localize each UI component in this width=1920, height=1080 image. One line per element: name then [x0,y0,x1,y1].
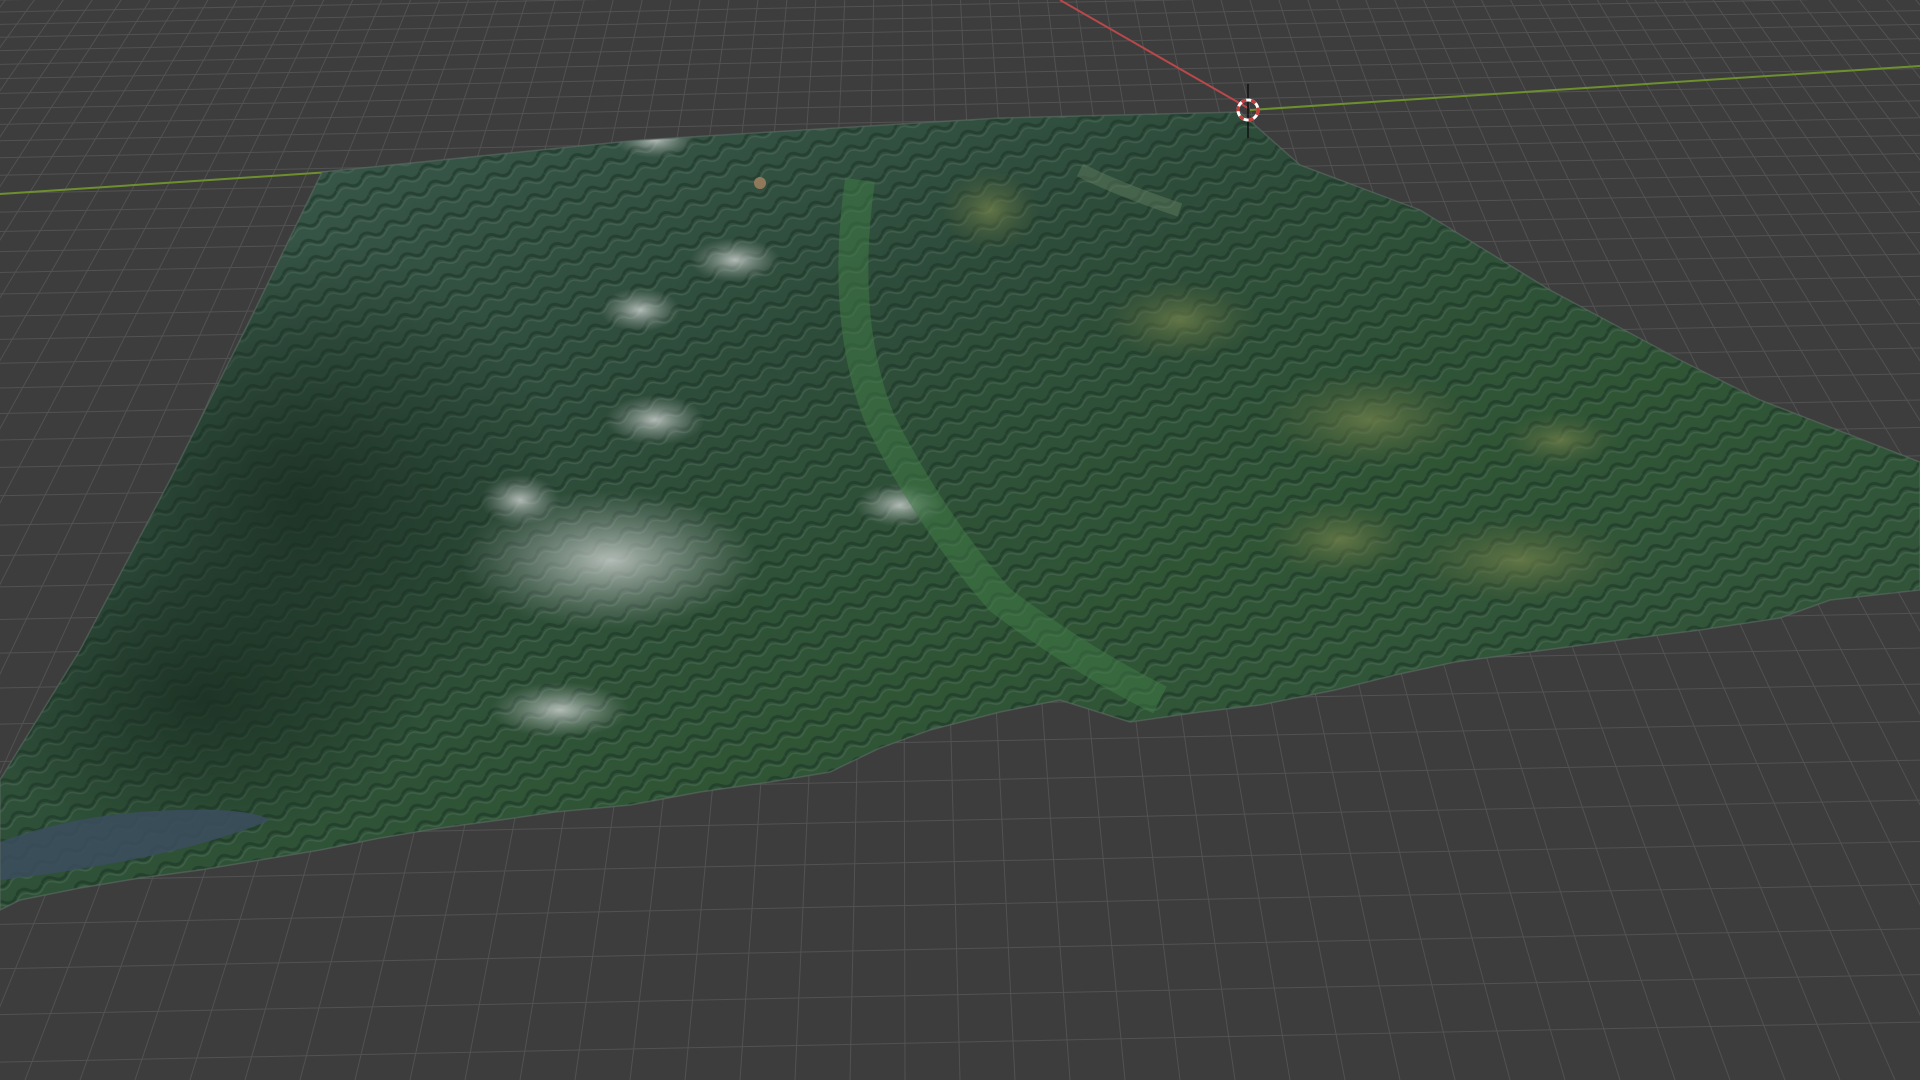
grid-line [0,0,110,1080]
grid-line [0,0,61,1080]
3d-viewport[interactable] [0,0,1920,1080]
terrain-mesh[interactable] [0,100,1920,920]
grid-line [0,0,36,1080]
grid-line [0,1021,1920,1063]
grid-line [0,974,1920,1016]
grid-line [0,0,35,49]
grid-line [0,883,1920,925]
viewport-canvas[interactable] [0,0,1920,1080]
x-axis-line [1059,0,1249,109]
grid-line [0,0,86,1080]
grid-line [0,0,11,1080]
grid-line [0,928,1920,970]
grid-line [0,83,1920,125]
y-axis-line-right [1249,65,1920,111]
